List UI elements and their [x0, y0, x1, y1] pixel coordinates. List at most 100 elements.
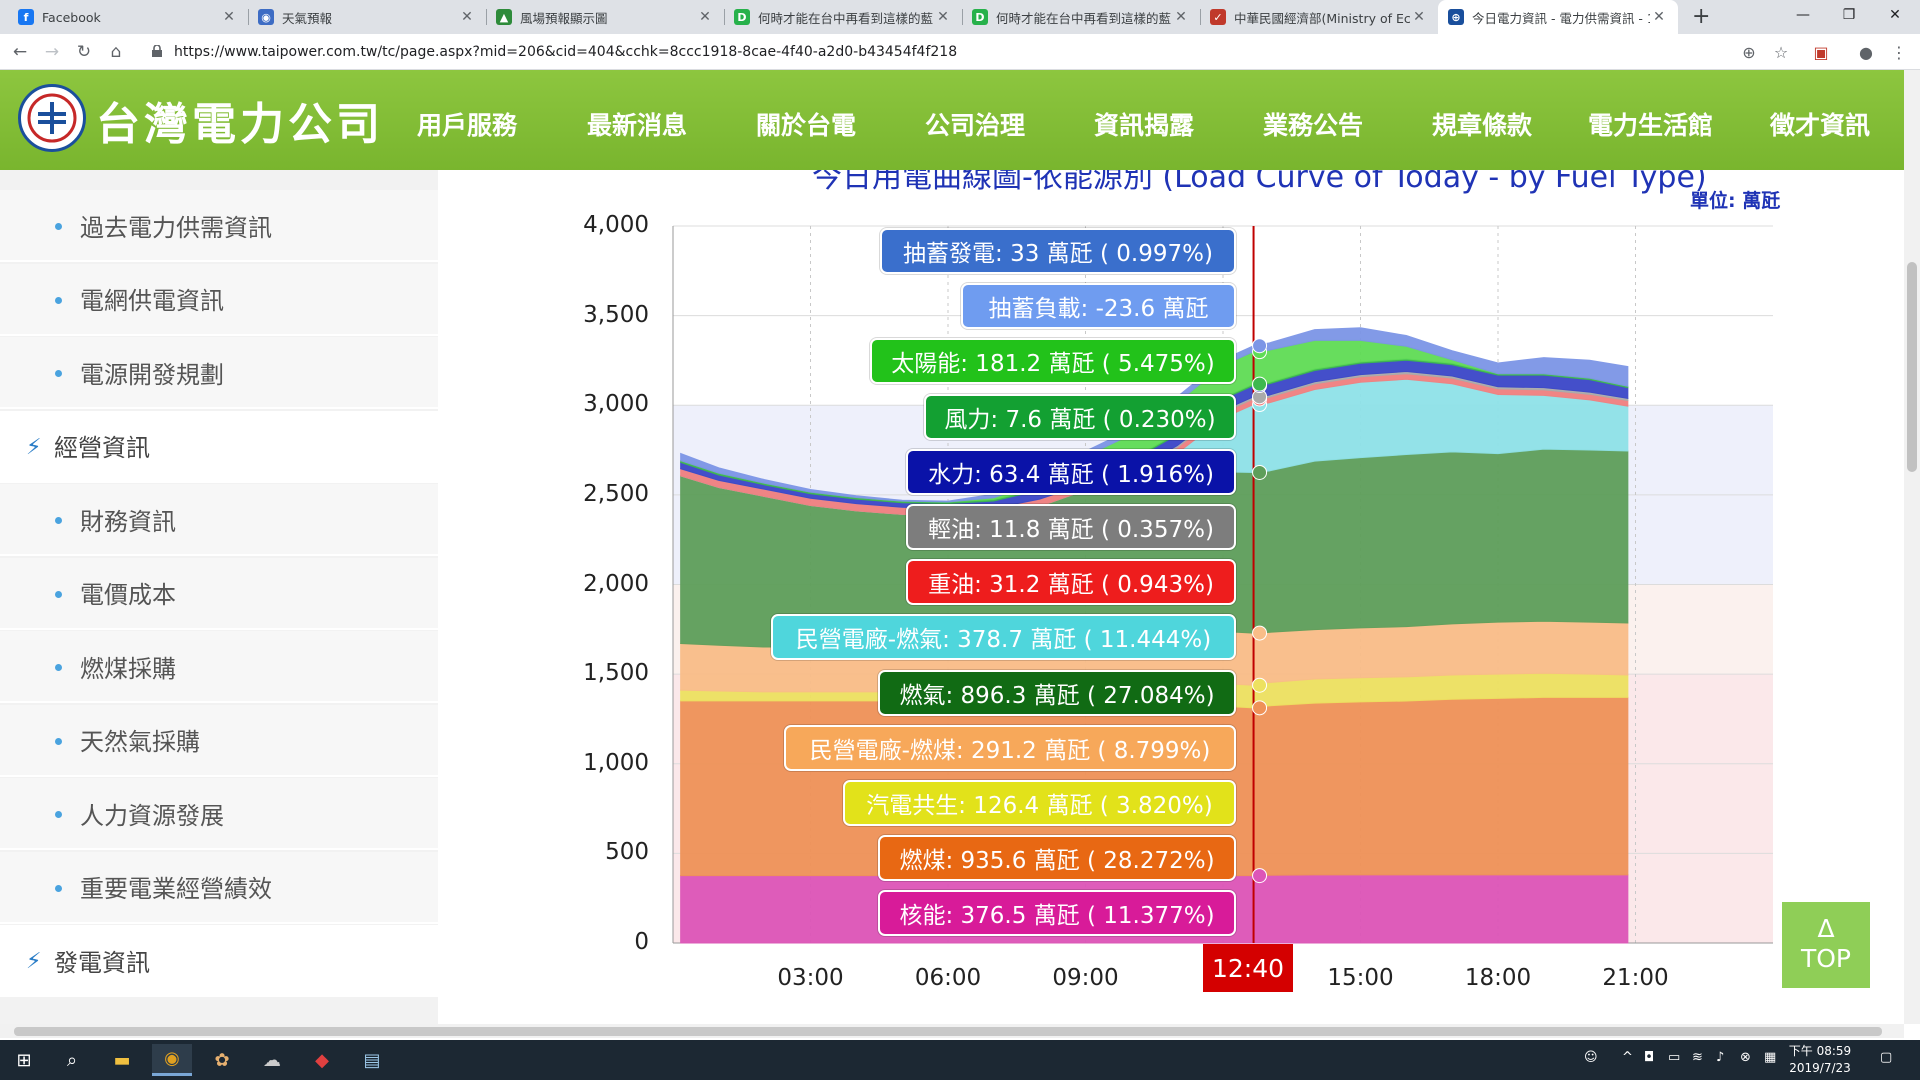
nav-item[interactable]: 業務公告 [1263, 106, 1363, 142]
horizontal-scrollbar[interactable] [0, 1024, 1904, 1038]
close-window-icon[interactable]: ✕ [1872, 0, 1918, 30]
tab-title: Facebook [42, 9, 101, 25]
wifi-icon[interactable]: ≋ [1692, 1050, 1703, 1065]
lightning-icon: ⚡ [26, 434, 42, 460]
extension-icon[interactable]: ▣ [1810, 41, 1832, 63]
tooltip-row: 風力: 7.6 萬瓩 ( 0.230%) [924, 393, 1236, 440]
zoom-icon[interactable]: ⊕ [1738, 41, 1760, 63]
site-logo-text[interactable]: 台灣電力公司 [96, 88, 384, 152]
nav-item[interactable]: 公司治理 [925, 106, 1025, 142]
browser-tab[interactable]: ✓ 中華民國經濟部(Ministry of Eco ✕ [1200, 0, 1438, 34]
nav-item[interactable]: 資訊揭露 [1094, 106, 1194, 142]
keyboard-icon[interactable]: ▦ [1764, 1050, 1776, 1065]
back-to-top-button[interactable]: Δ TOP [1782, 902, 1870, 988]
sidebar-item[interactable]: 天然氣採購 [0, 704, 438, 777]
x-tick-label: 09:00 [1052, 965, 1119, 991]
tab-close-icon[interactable]: ✕ [1172, 9, 1190, 25]
browser-tab[interactable]: ⊕ 今日電力資訊 - 電力供需資訊 - 1 ✕ [1438, 0, 1678, 34]
restore-icon[interactable]: ❐ [1826, 0, 1872, 30]
tab-title: 天氣預報 [282, 10, 333, 26]
tab-close-icon[interactable]: ✕ [696, 9, 714, 25]
sidebar-item[interactable]: 燃煤採購 [0, 631, 438, 703]
tooltip-row: 汽電共生: 126.4 萬瓩 ( 3.820%) [843, 780, 1236, 826]
tab-close-icon[interactable]: ✕ [934, 9, 952, 25]
forward-icon[interactable]: → [40, 40, 64, 64]
profile-avatar-icon[interactable]: ● [1855, 41, 1877, 63]
tab-close-icon[interactable]: ✕ [1650, 9, 1668, 25]
browser-tab[interactable]: f Facebook ✕ [8, 0, 248, 34]
x-tick-label: 15:00 [1327, 965, 1394, 991]
browser-tab[interactable]: D 何時才能在台中再看到這樣的藍 ✕ [724, 0, 962, 34]
taipower-logo-icon[interactable] [18, 84, 86, 152]
back-icon[interactable]: ← [8, 40, 32, 64]
x-tick-label: 18:00 [1464, 965, 1532, 991]
notifications-icon[interactable]: ▢ [1880, 1050, 1892, 1065]
battery-icon[interactable]: ▭ [1668, 1050, 1680, 1065]
x-tick-label: 06:00 [914, 965, 982, 991]
people-icon[interactable]: ☺ [1584, 1050, 1598, 1065]
tab-close-icon[interactable]: ✕ [220, 9, 238, 25]
tooltip-row: 重油: 31.2 萬瓩 ( 0.943%) [906, 559, 1236, 606]
vertical-scrollbar[interactable] [1904, 70, 1920, 1024]
sidebar-item[interactable]: 重要電業經營績效 [0, 851, 438, 924]
address-bar[interactable]: https://www.taipower.com.tw/tc/page.aspx… [140, 38, 1780, 66]
sidebar-item[interactable]: 電源開發規劃 [0, 337, 438, 409]
tab-close-icon[interactable]: ✕ [1410, 9, 1428, 25]
tray-close-icon[interactable]: ⊗ [1740, 1050, 1751, 1065]
chrome-icon[interactable]: ◉ [152, 1044, 192, 1076]
tooltip-row: 燃煤: 935.6 萬瓩 ( 28.272%) [878, 835, 1236, 882]
bullet-icon [55, 884, 62, 892]
sidebar-item[interactable]: 電價成本 [0, 557, 438, 630]
windows-start-icon[interactable]: ⊞ [4, 1044, 44, 1076]
browser-tab[interactable]: D 何時才能在台中再看到這樣的藍 ✕ [962, 0, 1200, 34]
sidebar-section-header[interactable]: ⚡ 經營資訊 [0, 410, 438, 483]
tooltip-row: 民營電廠-燃氣: 378.7 萬瓩 ( 11.444%) [771, 614, 1236, 661]
reload-icon[interactable]: ↻ [72, 40, 96, 64]
file-explorer-icon[interactable]: ▬ [102, 1044, 142, 1076]
search-icon[interactable]: ⌕ [52, 1044, 92, 1076]
sidebar-item[interactable]: 人力資源發展 [0, 778, 438, 850]
tooltip-row: 太陽能: 181.2 萬瓩 ( 5.475%) [870, 338, 1236, 385]
menu-kebab-icon[interactable]: ⋮ [1888, 41, 1910, 63]
y-tick-label: 1,500 [583, 660, 649, 687]
tooltip-row: 抽蓄負載: -23.6 萬瓩 [961, 283, 1236, 330]
app-cloud-icon[interactable]: ☁ [252, 1044, 292, 1076]
y-tick-label: 3,500 [583, 301, 649, 328]
tab-title: 中華民國經濟部(Ministry of Eco [1234, 10, 1410, 26]
logo-emblem-icon [27, 93, 77, 143]
sidebar-item-label: 過去電力供需資訊 [80, 213, 272, 242]
tab-close-icon[interactable]: ✕ [458, 9, 476, 25]
tray-chevron-icon[interactable]: ^ [1622, 1050, 1633, 1065]
sidebar-section-header[interactable]: ⚡ 發電資訊 [0, 925, 438, 997]
tab-title: 何時才能在台中再看到這樣的藍 [758, 10, 934, 26]
volume-icon[interactable]: ♪ [1716, 1050, 1724, 1065]
nav-item[interactable]: 用戶服務 [417, 106, 517, 142]
scroll-thumb[interactable] [1907, 262, 1917, 472]
x-tick-label: 21:00 [1602, 965, 1669, 991]
browser-tab[interactable]: ◉ 天氣預報 ✕ [248, 0, 486, 34]
home-icon[interactable]: ⌂ [104, 40, 128, 64]
nav-item[interactable]: 關於台電 [756, 106, 856, 142]
sidebar-item[interactable]: 電網供電資訊 [0, 263, 438, 336]
app-rabbit-icon[interactable]: ✿ [202, 1044, 242, 1076]
tooltip-row: 抽蓄發電: 33 萬瓩 ( 0.997%) [880, 228, 1236, 274]
new-tab-button[interactable]: + [1692, 4, 1710, 29]
nav-item[interactable]: 最新消息 [587, 106, 687, 142]
scroll-thumb-h[interactable] [14, 1027, 1882, 1036]
y-tick-label: 0 [634, 929, 649, 955]
system-clock[interactable]: 下午 08:59 2019/7/23 [1780, 1043, 1860, 1077]
browser-tab[interactable]: ▲ 風場預報顯示圖 ✕ [486, 0, 724, 34]
minimize-icon[interactable]: — [1780, 0, 1826, 30]
nav-item[interactable]: 規章條款 [1432, 106, 1532, 142]
top-button-label: TOP [1800, 944, 1852, 973]
app-notes-icon[interactable]: ▤ [352, 1044, 392, 1076]
app-red-icon[interactable]: ◆ [302, 1044, 342, 1076]
nav-item[interactable]: 電力生活館 [1588, 106, 1713, 142]
nav-item[interactable]: 徵才資訊 [1770, 106, 1870, 142]
sidebar-item[interactable]: 財務資訊 [0, 484, 438, 556]
bookmark-star-icon[interactable]: ☆ [1770, 41, 1792, 63]
y-tick-label: 1,000 [583, 749, 649, 776]
sidebar-item[interactable]: 過去電力供需資訊 [0, 190, 438, 262]
tray-security-icon[interactable]: ◘ [1644, 1050, 1654, 1065]
tab-title: 風場預報顯示圖 [520, 10, 608, 26]
